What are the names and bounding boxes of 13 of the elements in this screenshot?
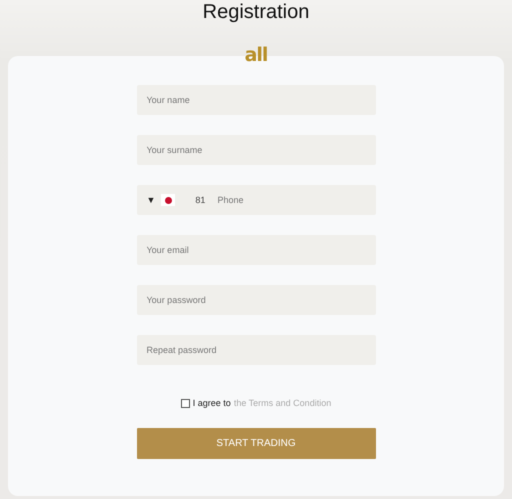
agree-label: I agree to: [192, 398, 231, 408]
page-title: Registration: [202, 0, 310, 25]
input-field[interactable]: Your surname: [136, 135, 376, 165]
input-field[interactable]: Repeat password: [136, 335, 376, 365]
flag-icon: [161, 194, 176, 206]
country-code: 81: [195, 195, 206, 205]
phone-field[interactable]: ▼ 81 Phone: [136, 185, 376, 215]
dropdown-caret[interactable]: ▼: [146, 195, 156, 205]
logo: all: [244, 46, 268, 64]
checkbox[interactable]: [180, 398, 190, 408]
input-field[interactable]: Your name: [136, 85, 376, 115]
input-field[interactable]: Your email: [136, 235, 376, 265]
input-field[interactable]: Your password: [136, 285, 376, 315]
